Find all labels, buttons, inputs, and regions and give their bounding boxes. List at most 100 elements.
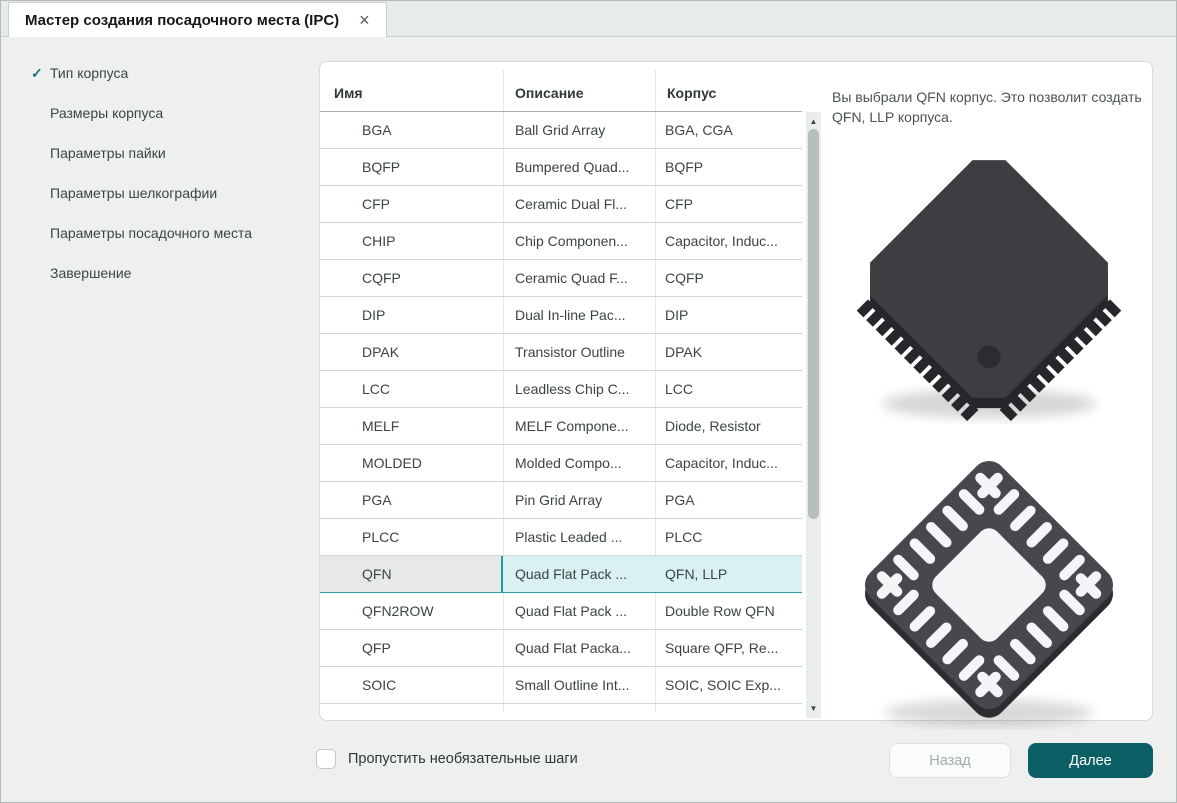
cell-name: DPAK [320, 334, 503, 370]
back-button[interactable]: Назад [889, 743, 1011, 778]
wizard-step-5[interactable]: Параметры посадочного места [31, 213, 252, 253]
tab-footprint-wizard[interactable]: Мастер создания посадочного места (IPC) … [8, 2, 387, 37]
cell-name: PLCC [320, 519, 503, 555]
qfn-top-view-image [844, 134, 1134, 424]
wizard-step-label: Параметры пайки [50, 145, 166, 161]
table-row[interactable]: QFNQuad Flat Pack ...QFN, LLP [320, 556, 802, 593]
table-row[interactable]: MOLDEDMolded Compo...Capacitor, Induc... [320, 445, 802, 482]
table-row[interactable]: MELFMELF Compone...Diode, Resistor [320, 408, 802, 445]
cell-description: Chip Componen... [503, 223, 655, 259]
cell-name: CFP [320, 186, 503, 222]
cell-package: CQFP [655, 260, 802, 296]
cell-name: MOLDED [320, 445, 503, 481]
cell-description: MELF Compone... [503, 408, 655, 444]
cell-package: SOIC, SOIC Exp... [655, 667, 802, 703]
wizard-step-label: Тип корпуса [50, 65, 128, 81]
table-row[interactable]: DPAKTransistor OutlineDPAK [320, 334, 802, 371]
cell-description: Ceramic Dual Fl... [503, 186, 655, 222]
wizard-step-label: Завершение [50, 265, 131, 281]
cell-name: QFP [320, 630, 503, 666]
cell-description: Ceramic Quad F... [503, 260, 655, 296]
table-row[interactable]: PLCCPlastic Leaded ...PLCC [320, 519, 802, 556]
cell-description: Molded Compo... [503, 445, 655, 481]
tab-bar: Мастер создания посадочного места (IPC) … [1, 1, 1176, 37]
cell-name: CHIP [320, 223, 503, 259]
cell-description: Ball Grid Array [503, 112, 655, 148]
selection-description: Вы выбрали QFN корпус. Это позволит созд… [832, 87, 1162, 128]
cell-name: SOIC [320, 667, 503, 703]
content-panel: Имя Описание Корпус BGABall Grid ArrayBG… [319, 61, 1153, 721]
cell-name: LCC [320, 371, 503, 407]
table-header: Имя Описание Корпус [320, 62, 802, 112]
column-header-package[interactable]: Корпус [655, 85, 802, 101]
wizard-steps: ✓Тип корпуса Размеры корпуса Параметры пай… [31, 53, 252, 293]
wizard-step-4[interactable]: Параметры шелкографии [31, 173, 252, 213]
cell-package: Capacitor, Induc... [655, 445, 802, 481]
close-icon[interactable]: × [359, 11, 370, 29]
cell-package: CFP [655, 186, 802, 222]
wizard-step-label: Параметры шелкографии [50, 185, 217, 201]
cell-description: Pin Grid Array [503, 482, 655, 518]
wizard-step-6[interactable]: Завершение [31, 253, 252, 293]
wizard-step-3[interactable]: Параметры пайки [31, 133, 252, 173]
wizard-step-label: Размеры корпуса [50, 105, 163, 121]
skip-optional-steps-label: Пропустить необязательные шаги [348, 751, 578, 767]
skip-optional-steps-checkbox[interactable] [316, 749, 336, 769]
wizard-step-1[interactable]: ✓Тип корпуса [31, 53, 252, 93]
cell-name: BGA [320, 112, 503, 148]
cell-package: PLCC [655, 519, 802, 555]
cell-description: Dual In-line Pac... [503, 297, 655, 333]
table-row[interactable]: DIPDual In-line Pac...DIP [320, 297, 802, 334]
cell-package: Capacitor, Induc... [655, 223, 802, 259]
table-rows: BGABall Grid ArrayBGA, CGABQFPBumpered Q… [320, 112, 802, 704]
cell-description: Transistor Outline [503, 334, 655, 370]
column-header-name[interactable]: Имя [320, 85, 503, 101]
cell-description: Quad Flat Pack ... [503, 593, 655, 629]
column-header-description[interactable]: Описание [503, 85, 655, 101]
cell-package: LCC [655, 371, 802, 407]
cell-package: Square QFP, Re... [655, 630, 802, 666]
cell-package: PGA [655, 482, 802, 518]
wizard-step-label: Параметры посадочного места [50, 225, 252, 241]
table-row[interactable]: SOICSmall Outline Int...SOIC, SOIC Exp..… [320, 667, 802, 704]
table-row[interactable]: QFN2ROWQuad Flat Pack ...Double Row QFN [320, 593, 802, 630]
scrollbar-thumb[interactable] [808, 129, 819, 519]
cell-package: QFN, LLP [655, 556, 802, 592]
tab-title: Мастер создания посадочного места (IPC) [25, 12, 339, 29]
cell-description: Small Outline Int... [503, 667, 655, 703]
check-icon: ✓ [31, 65, 50, 82]
table-row[interactable]: BGABall Grid ArrayBGA, CGA [320, 112, 802, 149]
table-row[interactable]: CHIPChip Componen...Capacitor, Induc... [320, 223, 802, 260]
wizard-body: ✓Тип корпуса Размеры корпуса Параметры пай… [1, 38, 1176, 802]
package-type-table: Имя Описание Корпус BGABall Grid ArrayBG… [320, 62, 802, 720]
cell-description: Quad Flat Pack ... [503, 556, 655, 592]
table-row[interactable]: PGAPin Grid ArrayPGA [320, 482, 802, 519]
wizard-step-2[interactable]: Размеры корпуса [31, 93, 252, 133]
cell-name: QFN [320, 556, 503, 592]
cell-package: Double Row QFN [655, 593, 802, 629]
cell-description: Plastic Leaded ... [503, 519, 655, 555]
cell-name: QFN2ROW [320, 593, 503, 629]
cell-package: DIP [655, 297, 802, 333]
scroll-up-icon[interactable]: ▲ [806, 117, 821, 126]
table-row[interactable]: QFPQuad Flat Packa...Square QFP, Re... [320, 630, 802, 667]
cell-description: Quad Flat Packa... [503, 630, 655, 666]
cell-name: PGA [320, 482, 503, 518]
cell-name: DIP [320, 297, 503, 333]
cell-package: Diode, Resistor [655, 408, 802, 444]
table-row[interactable]: BQFPBumpered Quad...BQFP [320, 149, 802, 186]
table-scrollbar[interactable]: ▲ ▼ [806, 112, 821, 718]
cell-name: BQFP [320, 149, 503, 185]
cell-package: BGA, CGA [655, 112, 802, 148]
cell-package: DPAK [655, 334, 802, 370]
table-row[interactable]: LCCLeadless Chip C...LCC [320, 371, 802, 408]
scroll-down-icon[interactable]: ▼ [806, 704, 821, 713]
cell-name: CQFP [320, 260, 503, 296]
table-row[interactable]: CQFPCeramic Quad F...CQFP [320, 260, 802, 297]
cell-description: Leadless Chip C... [503, 371, 655, 407]
next-button[interactable]: Далее [1028, 743, 1153, 778]
cell-package: BQFP [655, 149, 802, 185]
cell-name: MELF [320, 408, 503, 444]
cell-description: Bumpered Quad... [503, 149, 655, 185]
table-row[interactable]: CFPCeramic Dual Fl...CFP [320, 186, 802, 223]
